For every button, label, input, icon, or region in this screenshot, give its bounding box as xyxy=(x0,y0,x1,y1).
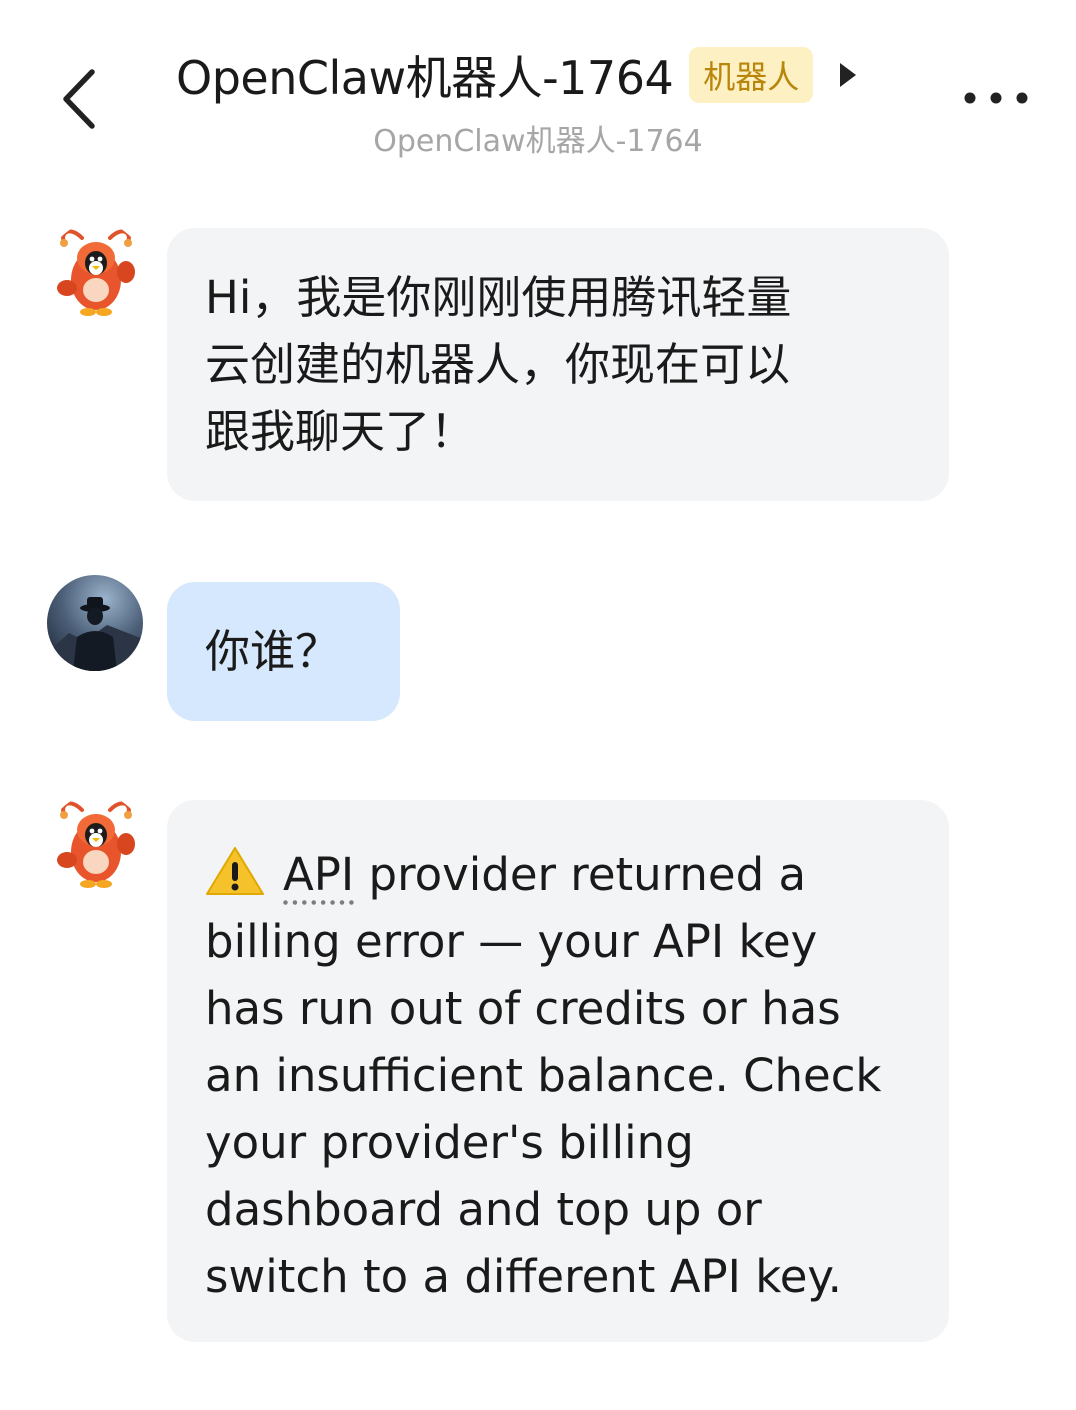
chat-subtitle: OpenClaw机器人-1764 xyxy=(373,124,703,159)
message-text: Hi，我是你刚刚使用腾讯轻量 云创建的机器人，你现在可以 跟我聊天了！ xyxy=(205,271,792,458)
bot-avatar[interactable] xyxy=(48,222,144,318)
lobster-mascot-icon xyxy=(48,222,144,318)
user-avatar[interactable] xyxy=(47,575,143,671)
bot-avatar[interactable] xyxy=(48,794,144,890)
message-text-rest: provider returned a billing error — your… xyxy=(205,848,882,1303)
bot-message-bubble[interactable]: Hi，我是你刚刚使用腾讯轻量 云创建的机器人，你现在可以 跟我聊天了！ xyxy=(167,228,949,501)
chat-title[interactable]: OpenClaw机器人-1764 xyxy=(176,42,674,108)
bot-message-bubble[interactable]: API provider returned a billing error — … xyxy=(167,800,949,1342)
lobster-mascot-icon xyxy=(48,794,144,890)
bot-badge: 机器人 xyxy=(689,47,814,103)
more-dots-icon[interactable] xyxy=(960,84,1032,112)
play-triangle-icon[interactable] xyxy=(837,60,859,90)
title-row: OpenClaw机器人-1764 机器人 xyxy=(176,42,859,108)
warning-icon xyxy=(206,847,264,895)
user-message-bubble[interactable]: 你谁？ xyxy=(167,582,400,721)
api-term-link[interactable]: API xyxy=(283,848,354,901)
user-avatar-photo xyxy=(47,575,143,671)
message-text: API provider returned a billing error — … xyxy=(205,841,949,1310)
message-text: 你谁？ xyxy=(205,625,341,678)
chat-header: OpenClaw机器人-1764 机器人 OpenClaw机器人-1764 xyxy=(0,0,1076,170)
